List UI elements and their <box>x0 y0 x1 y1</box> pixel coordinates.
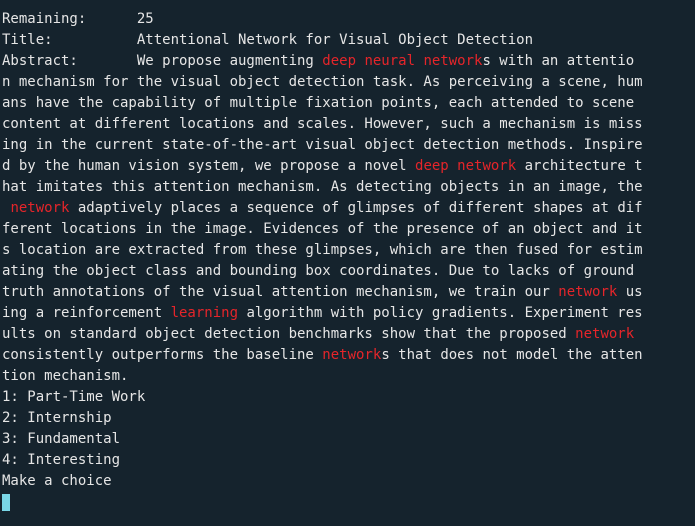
terminal-line: ing a reinforcement learning algorithm w… <box>0 303 695 324</box>
terminal-text: ing a reinforcement <box>2 305 171 321</box>
terminal-line: ing in the current state-of-the-art visu… <box>0 135 695 156</box>
terminal-text: content at different locations and scale… <box>2 116 643 132</box>
terminal-text: architecture t <box>516 158 643 174</box>
highlighted-keyword: network <box>322 347 382 363</box>
terminal-text: hat imitates this attention mechanism. A… <box>2 179 643 195</box>
terminal-output: Remaining: 25 Title: Attentional Network … <box>0 9 695 492</box>
terminal-line: ults on standard object detection benchm… <box>0 324 695 345</box>
terminal-line: n mechanism for the visual object detect… <box>0 72 695 93</box>
terminal-line: s location are extracted from these glim… <box>0 240 695 261</box>
terminal-text: consistently outperforms the baseline <box>2 347 323 363</box>
highlighted-keyword: deep neural network <box>322 53 483 69</box>
terminal-text: ans have the capability of multiple fixa… <box>2 95 635 111</box>
terminal-line: 1: Part-Time Work <box>0 387 695 408</box>
terminal-line: Make a choice <box>0 471 695 492</box>
terminal-text: ults on standard object detection benchm… <box>2 326 576 342</box>
terminal-text: us <box>617 284 643 300</box>
terminal-text: ing in the current state-of-the-art visu… <box>2 137 643 153</box>
terminal-line: ans have the capability of multiple fixa… <box>0 93 695 114</box>
terminal-text: Abstract: We propose augmenting <box>2 53 323 69</box>
highlighted-keyword: learning <box>170 305 239 321</box>
terminal-text: 1: Part-Time Work <box>2 389 146 405</box>
terminal-text: d by the human vision system, we propose… <box>2 158 416 174</box>
terminal-text: adaptively places a sequence of glimpses… <box>69 200 643 216</box>
terminal-line: ating the object class and bounding box … <box>0 261 695 282</box>
terminal-text: 2: Internship <box>2 410 112 426</box>
terminal-line: hat imitates this attention mechanism. A… <box>0 177 695 198</box>
terminal-text: Title: Attentional Network for Visual Ob… <box>2 32 534 48</box>
terminal-text: tion mechanism. <box>2 368 129 384</box>
terminal-text: algorithm with policy gradients. Experim… <box>238 305 643 321</box>
terminal-line: 4: Interesting <box>0 450 695 471</box>
text-cursor <box>2 494 10 511</box>
terminal-text: n mechanism for the visual object detect… <box>2 74 643 90</box>
terminal-window[interactable]: Remaining: 25 Title: Attentional Network … <box>0 0 695 526</box>
terminal-line: tion mechanism. <box>0 366 695 387</box>
highlighted-keyword: network <box>558 284 618 300</box>
terminal-text: s location are extracted from these glim… <box>2 242 643 258</box>
terminal-text: ating the object class and bounding box … <box>2 263 635 279</box>
terminal-line: content at different locations and scale… <box>0 114 695 135</box>
terminal-text: s that does not model the atten <box>381 347 643 363</box>
terminal-line: ferent locations in the image. Evidences… <box>0 219 695 240</box>
terminal-text: 4: Interesting <box>2 452 121 468</box>
highlighted-keyword: deep network <box>415 158 517 174</box>
terminal-line: Remaining: 25 <box>0 9 695 30</box>
terminal-line: truth annotations of the visual attentio… <box>0 282 695 303</box>
terminal-text: ferent locations in the image. Evidences… <box>2 221 643 237</box>
terminal-text: 3: Fundamental <box>2 431 121 447</box>
terminal-text: truth annotations of the visual attentio… <box>2 284 559 300</box>
terminal-line: 3: Fundamental <box>0 429 695 450</box>
terminal-line: consistently outperforms the baseline ne… <box>0 345 695 366</box>
terminal-line: d by the human vision system, we propose… <box>0 156 695 177</box>
terminal-line: network adaptively places a sequence of … <box>0 198 695 219</box>
terminal-text: s with an attentio <box>482 53 635 69</box>
terminal-text: Remaining: 25 <box>2 11 154 27</box>
prompt-line[interactable] <box>0 492 695 513</box>
highlighted-keyword: network <box>575 326 635 342</box>
terminal-text: Make a choice <box>2 473 112 489</box>
highlighted-keyword: network <box>10 200 70 216</box>
terminal-line: 2: Internship <box>0 408 695 429</box>
terminal-line: Abstract: We propose augmenting deep neu… <box>0 51 695 72</box>
terminal-line: Title: Attentional Network for Visual Ob… <box>0 30 695 51</box>
